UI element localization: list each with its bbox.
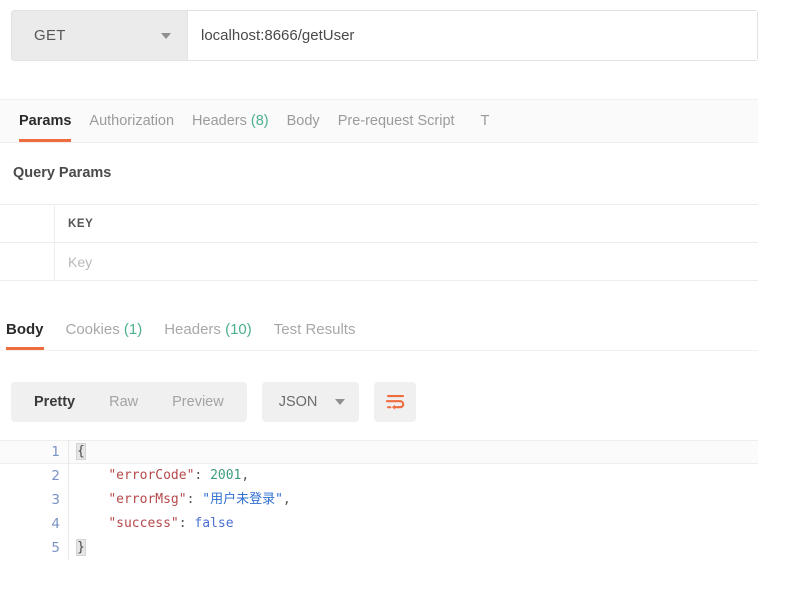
tab-headers-count: (8) [250,113,269,129]
line-number: 3 [51,492,60,508]
language-dropdown[interactable]: JSON [261,382,360,422]
view-mode-pretty[interactable]: Pretty [17,382,92,422]
response-tab-test-results-label: Test Results [273,321,356,338]
http-method-dropdown[interactable]: GET [12,11,188,60]
response-tab-headers-count: (10) [225,321,252,338]
tab-body[interactable]: Body [287,100,320,142]
response-tab-headers-label: Headers [164,321,221,338]
word-wrap-button[interactable] [374,382,417,422]
column-header-key: KEY [68,217,94,230]
code-line: 3 "errorMsg": "用户未登录", [0,488,758,512]
line-number: 4 [51,516,60,532]
query-params-table: KEY Key [0,204,758,281]
json-punct: : [186,492,203,507]
json-number-value: 2001 [210,468,242,483]
view-mode-group: Pretty Raw Preview [11,382,247,422]
chevron-down-icon [335,399,346,405]
code-line-content: { [68,440,758,464]
code-line: 1 { [0,440,758,464]
tab-pre-request-script-label: Pre-request Script [337,113,455,129]
row-checkbox-cell[interactable] [0,243,55,280]
language-label: JSON [278,394,318,410]
json-brace: { [76,443,86,460]
query-params-title: Query Params [13,165,112,181]
response-tab-body[interactable]: Body [6,310,44,350]
code-line-content: "success": false [68,512,758,536]
table-header-key-cell: KEY [55,205,758,242]
request-url-text: localhost:8666/getUser [201,27,355,44]
json-punct: , [282,492,291,507]
table-header-row: KEY [0,205,758,243]
json-key: "errorCode" [108,468,195,483]
tab-params-label: Params [19,113,72,129]
request-url-bar: GET localhost:8666/getUser [11,10,758,61]
tab-tests-label: T [480,113,490,129]
response-tab-cookies[interactable]: Cookies (1) [66,310,143,350]
response-tabs: Body Cookies (1) Headers (10) Test Resul… [0,310,758,351]
json-punct: , [241,468,250,483]
line-number: 5 [51,540,60,556]
tab-tests[interactable]: T [481,100,490,142]
http-method-label: GET [34,27,66,44]
request-url-input[interactable]: localhost:8666/getUser [188,11,757,60]
json-punct: : [178,516,195,531]
response-tab-cookies-count: (1) [123,321,143,338]
word-wrap-icon [385,395,405,410]
code-line-content: "errorCode": 2001, [68,464,758,488]
response-tab-test-results[interactable]: Test Results [274,310,356,350]
code-line: 2 "errorCode": 2001, [0,464,758,488]
tab-headers-label: Headers [192,113,247,129]
response-format-toolbar: Pretty Raw Preview JSON [11,382,417,422]
tab-authorization-label: Authorization [89,113,175,129]
response-tab-body-label: Body [6,321,44,338]
line-number: 2 [51,468,60,484]
tab-headers[interactable]: Headers (8) [192,100,269,142]
response-tab-headers[interactable]: Headers (10) [164,310,252,350]
code-line: 5 } [0,536,758,560]
line-number: 1 [51,444,60,460]
tab-pre-request-script[interactable]: Pre-request Script [338,100,455,142]
code-line: 4 "success": false [0,512,758,536]
request-tabs: Params Authorization Headers (8) Body Pr… [0,99,758,143]
tab-body-label: Body [286,113,320,129]
view-mode-preview[interactable]: Preview [155,382,241,422]
json-string-value: "用户未登录" [202,492,283,507]
code-line-content: } [68,536,758,560]
json-brace: } [76,539,86,556]
response-body-code-viewer[interactable]: 1 { 2 "errorCode": 2001, 3 "errorMsg": "… [0,440,758,570]
view-mode-raw[interactable]: Raw [92,382,155,422]
chevron-down-icon [161,32,171,39]
table-row[interactable]: Key [0,243,758,281]
json-boolean-value: false [194,516,234,531]
table-header-checkbox-cell [0,205,55,242]
tab-authorization[interactable]: Authorization [89,100,174,142]
row-key-cell[interactable]: Key [55,243,758,280]
json-key: "success" [108,516,179,531]
code-line-content: "errorMsg": "用户未登录", [68,488,758,512]
response-tab-cookies-label: Cookies [65,321,120,338]
key-input-placeholder: Key [68,253,93,270]
tab-params[interactable]: Params [19,100,72,142]
json-punct: : [194,468,211,483]
json-key: "errorMsg" [108,492,187,507]
